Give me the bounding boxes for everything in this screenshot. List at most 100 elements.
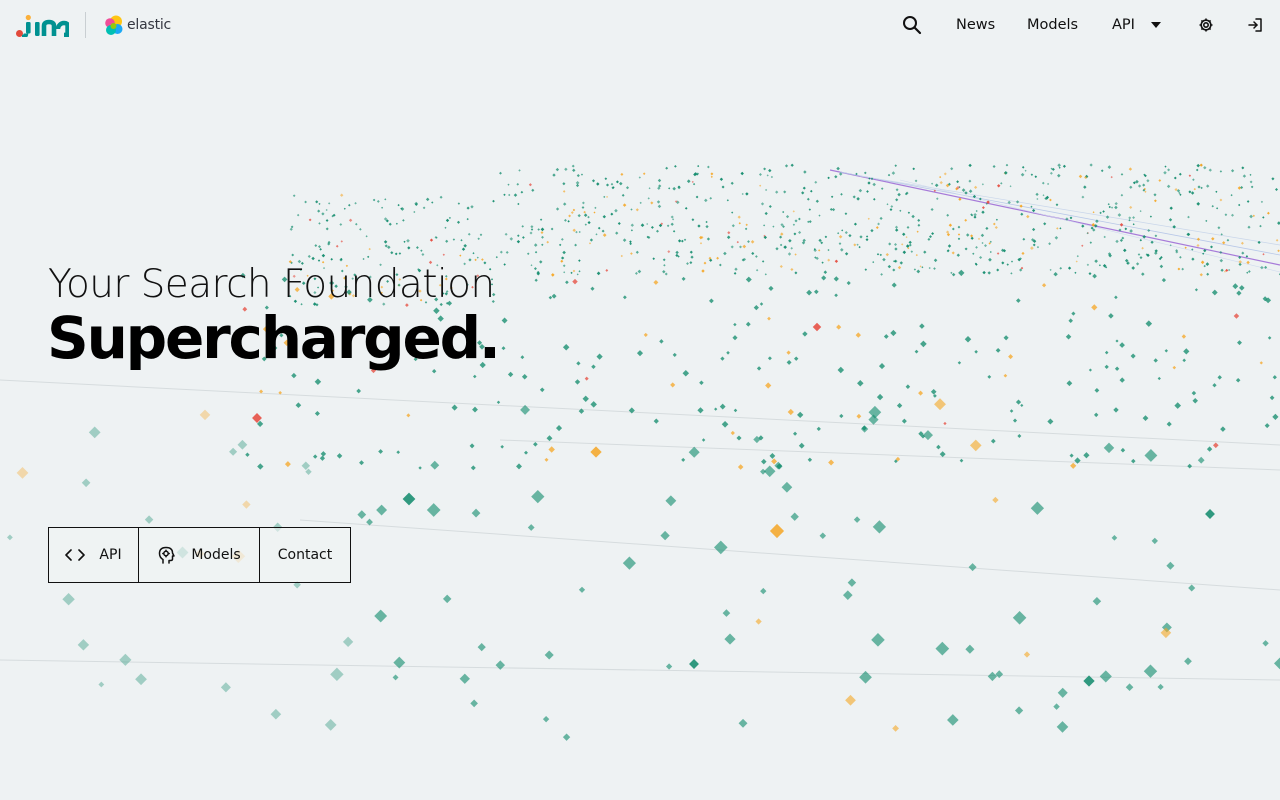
particle — [691, 180, 694, 183]
cta-button-group: API Models Contact — [48, 527, 351, 583]
particle — [625, 186, 630, 190]
particle — [551, 293, 557, 299]
particle — [691, 218, 695, 222]
particle — [1104, 350, 1109, 355]
particle — [784, 164, 789, 168]
api-button-label: API — [99, 547, 122, 563]
particle — [736, 240, 739, 244]
particle — [622, 556, 636, 570]
particle — [914, 179, 918, 183]
search-button[interactable] — [902, 12, 922, 38]
contact-button[interactable]: Contact — [259, 528, 350, 582]
caret-down-icon[interactable] — [1150, 22, 1161, 28]
particle — [872, 182, 876, 187]
nav-api-dropdown[interactable]: API — [1112, 12, 1161, 38]
particle — [885, 252, 889, 257]
particle — [788, 238, 792, 243]
particle — [1228, 268, 1231, 272]
particle — [1205, 262, 1210, 266]
particle — [890, 205, 894, 208]
particle — [1139, 239, 1143, 242]
particle — [1059, 266, 1063, 270]
particle — [853, 222, 857, 226]
particle — [847, 578, 857, 587]
nav-models-link[interactable]: Models — [1027, 17, 1078, 33]
particle — [863, 171, 867, 175]
particle — [704, 198, 708, 203]
particle — [1012, 418, 1018, 423]
particle — [901, 243, 904, 246]
particle — [737, 464, 744, 470]
particle — [534, 278, 538, 282]
particle — [1200, 260, 1205, 265]
particle — [848, 233, 852, 238]
particle — [481, 258, 484, 261]
models-button[interactable]: Models — [138, 528, 259, 582]
particle — [1089, 241, 1093, 244]
particle — [1098, 264, 1101, 267]
particle — [466, 217, 469, 221]
particle — [719, 177, 724, 181]
particle — [376, 199, 380, 203]
particle — [572, 228, 576, 232]
particle — [325, 227, 329, 231]
particle — [927, 237, 931, 241]
particle — [1157, 376, 1161, 381]
jina-logo[interactable] — [16, 13, 69, 37]
particle — [684, 206, 688, 210]
particle — [544, 650, 554, 660]
particle — [794, 356, 799, 361]
particle — [648, 187, 651, 190]
particle — [355, 222, 358, 226]
particle — [1153, 199, 1157, 203]
particle — [1129, 205, 1133, 209]
particle — [950, 167, 954, 171]
nav-news-link[interactable]: News — [956, 17, 995, 33]
particle — [1247, 225, 1251, 229]
particle — [639, 201, 642, 205]
particle — [1179, 193, 1182, 196]
particle — [708, 298, 714, 304]
particle — [742, 244, 747, 249]
particle — [587, 221, 591, 225]
particle — [1030, 501, 1045, 515]
api-button[interactable]: API — [49, 528, 138, 582]
particle — [562, 250, 566, 255]
particle — [340, 193, 344, 197]
search-icon[interactable] — [902, 15, 922, 35]
particle — [392, 674, 399, 681]
particle — [932, 393, 937, 398]
particle — [442, 594, 452, 604]
elastic-logo[interactable]: elastic — [103, 15, 171, 36]
particle — [899, 261, 903, 265]
particle — [420, 249, 423, 252]
particle — [766, 174, 769, 177]
particle — [1144, 449, 1158, 462]
login-icon[interactable] — [1247, 17, 1263, 33]
particle — [912, 167, 916, 171]
particle — [1242, 174, 1247, 178]
particle — [1131, 458, 1136, 464]
particle — [1125, 683, 1134, 692]
particle — [802, 238, 806, 243]
particle — [759, 184, 762, 187]
nav-api-link[interactable]: API — [1112, 17, 1135, 33]
particle — [513, 193, 518, 197]
particle — [517, 234, 520, 237]
particle — [1053, 272, 1058, 277]
particle — [1047, 418, 1054, 425]
particle — [719, 403, 726, 410]
gear-icon[interactable] — [1198, 17, 1214, 33]
particle — [602, 233, 607, 237]
particle — [237, 439, 248, 450]
particle — [1181, 267, 1185, 271]
particle — [1191, 390, 1197, 396]
particle — [1211, 289, 1218, 296]
particle — [539, 260, 543, 264]
particle — [1147, 229, 1151, 232]
particle — [792, 223, 796, 226]
particle — [396, 450, 401, 455]
particle — [1269, 395, 1275, 401]
particle — [541, 243, 544, 246]
particle — [775, 190, 779, 194]
